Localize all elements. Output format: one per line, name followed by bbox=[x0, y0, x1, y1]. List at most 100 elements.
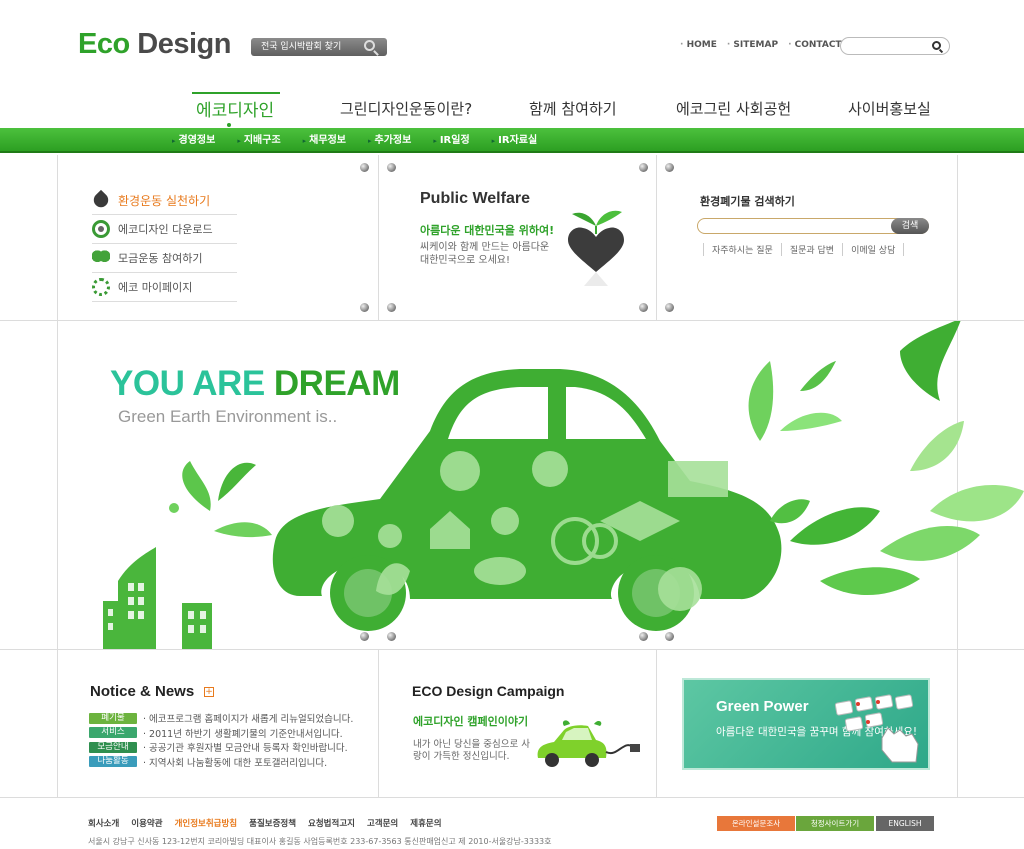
notice-text: · 지역사회 나눔활동에 대한 포토갤러리입니다. bbox=[143, 757, 328, 769]
public-welfare-desc: 씨케이와 함께 만드는 아름다운 대한민국으로 오세요! bbox=[420, 242, 550, 266]
gnb-item-eco-design[interactable]: 에코디자인 bbox=[196, 96, 274, 121]
heart-sprout-icon bbox=[568, 210, 624, 286]
home-link[interactable]: HOME bbox=[680, 40, 717, 50]
rivet bbox=[639, 163, 648, 172]
list-item[interactable]: 모금안내 · 공공기관 후원자별 모금안내 등록자 확인바랍니다. bbox=[89, 740, 353, 755]
support-links: 자주하시는 질문 질문과 답변 이메일 상담 bbox=[703, 243, 905, 256]
footer-link-quality[interactable]: 품질보증정책 bbox=[249, 817, 296, 829]
quick-item-label: 에코디자인 다운로드 bbox=[118, 223, 213, 236]
divider bbox=[0, 649, 1024, 650]
quick-item-label: 에코 마이페이지 bbox=[118, 281, 193, 294]
campaign-subtitle[interactable]: 에코디자인 캠페인이야기 bbox=[413, 713, 528, 729]
notice-list: 폐기물 · 에코프로그램 홈페이지가 새롭게 리뉴얼되었습니다. 서비스 · 201… bbox=[89, 711, 353, 769]
subnav-item-extra[interactable]: 추가정보 bbox=[368, 128, 412, 154]
campaign-title: ECO Design Campaign bbox=[412, 683, 565, 699]
recycle-search-button[interactable]: 검색 bbox=[891, 218, 929, 234]
logo-design: Design bbox=[137, 28, 231, 60]
subnav-item-debt[interactable]: 채무정보 bbox=[303, 128, 346, 154]
footer-links: 회사소개 이용약관 개인정보취급방침 품질보증정책 요청법적고지 고객문의 제휴… bbox=[88, 817, 442, 829]
survey-button[interactable]: 온라인설문조사 bbox=[717, 816, 795, 831]
notice-tag: 폐기물 bbox=[89, 712, 137, 724]
gnb-item-green-design[interactable]: 그린디자인운동이란? bbox=[340, 98, 472, 119]
subnav-item-ir-schedule[interactable]: IR일정 bbox=[433, 128, 470, 154]
sprout-icon bbox=[92, 249, 110, 267]
subnav-item-management[interactable]: 경영정보 bbox=[172, 128, 216, 154]
logo[interactable]: Eco Design bbox=[78, 28, 231, 61]
divider bbox=[378, 649, 379, 797]
green-power-banner[interactable]: Green Power 아름다운 대한민국을 꿈꾸며 함께 참여하세요! bbox=[682, 678, 930, 770]
gnb-item-participate[interactable]: 함께 참여하기 bbox=[529, 98, 617, 119]
gnb-active-line bbox=[192, 92, 280, 94]
notice-title: Notice & News bbox=[90, 683, 195, 700]
sub-nav-bar: 경영정보 지배구조 채무정보 추가정보 IR일정 IR자료실 bbox=[0, 128, 1024, 153]
sitemap-link[interactable]: SITEMAP bbox=[727, 40, 778, 50]
list-item[interactable]: 폐기물 · 에코프로그램 홈페이지가 새롭게 리뉴얼되었습니다. bbox=[89, 711, 353, 726]
campaign-desc: 내가 아닌 당신을 중심으로 사랑이 가득한 정신입니다. bbox=[413, 739, 530, 762]
gnb-active-dot bbox=[226, 122, 232, 128]
global-nav: 에코디자인 그린디자인운동이란? 함께 참여하기 에코그린 사회공헌 사이버홍보… bbox=[0, 98, 1024, 122]
green-power-title: Green Power bbox=[716, 698, 809, 715]
quick-item-mypage[interactable]: 에코 마이페이지 bbox=[92, 273, 237, 302]
quick-item-label: 모금운동 참여하기 bbox=[118, 252, 203, 265]
footer-address: 서울시 강남구 신사동 123-12번지 코리아빌딩 대표이사 홍길동 사업등록… bbox=[88, 837, 552, 846]
notice-tag: 모금안내 bbox=[89, 741, 137, 753]
page: Eco Design 전국 입시박람회 찾기 HOME SITEMAP CONT… bbox=[0, 0, 1024, 849]
quick-item-environment[interactable]: 환경운동 실천하기 bbox=[90, 186, 237, 215]
qna-link[interactable]: 질문과 답변 bbox=[790, 243, 844, 256]
find-fair-button[interactable]: 전국 입시박람회 찾기 bbox=[251, 38, 387, 56]
gnb-item-pr[interactable]: 사이버홍보실 bbox=[848, 98, 931, 119]
notice-text: · 2011년 하반기 생활폐기물의 기준안내서입니다. bbox=[143, 728, 343, 740]
building-icon bbox=[103, 547, 212, 649]
faq-link[interactable]: 자주하시는 질문 bbox=[703, 243, 782, 256]
rivet bbox=[360, 303, 369, 312]
quick-menu: 환경운동 실천하기 에코디자인 다운로드 모금운동 참여하기 에코 마이페이지 bbox=[90, 186, 237, 302]
rivet bbox=[665, 303, 674, 312]
electric-car-icon bbox=[537, 720, 640, 767]
footer-link-privacy[interactable]: 개인정보취급방침 bbox=[175, 817, 238, 829]
keyboard-hand-icon bbox=[834, 694, 919, 763]
search-icon[interactable] bbox=[932, 41, 941, 50]
rivet bbox=[360, 163, 369, 172]
leaf-icon bbox=[90, 189, 112, 211]
subnav-item-ir-archive[interactable]: IR자료실 bbox=[492, 128, 537, 154]
notice-tag: 서비스 bbox=[89, 727, 137, 739]
email-link[interactable]: 이메일 상담 bbox=[851, 243, 905, 256]
rivet bbox=[387, 163, 396, 172]
gnb-item-social[interactable]: 에코그린 사회공헌 bbox=[676, 98, 791, 119]
find-fair-label: 전국 입시박람회 찾기 bbox=[261, 42, 342, 52]
footer-link-partner[interactable]: 제휴문의 bbox=[410, 817, 441, 829]
logo-eco: Eco bbox=[78, 28, 130, 60]
divider bbox=[656, 649, 657, 797]
clean-site-button[interactable]: 청정사이트가기 bbox=[796, 816, 874, 831]
notice-tag: 나눔활동 bbox=[89, 756, 137, 768]
footer-link-about[interactable]: 회사소개 bbox=[88, 817, 119, 829]
list-item[interactable]: 나눔활동 · 지역사회 나눔활동에 대한 포토갤러리입니다. bbox=[89, 755, 353, 770]
recycle-search-title: 환경폐기물 검색하기 bbox=[700, 195, 795, 208]
quick-item-fundraise[interactable]: 모금운동 참여하기 bbox=[92, 244, 237, 273]
public-welfare-title: Public Welfare bbox=[420, 190, 530, 207]
footer-link-inquiry[interactable]: 고객문의 bbox=[367, 817, 398, 829]
top-search-input[interactable] bbox=[840, 37, 950, 55]
rivet bbox=[387, 303, 396, 312]
public-welfare-subtitle[interactable]: 아름다운 대한민국을 위하여! bbox=[420, 222, 554, 238]
rivet bbox=[665, 163, 674, 172]
divider bbox=[378, 155, 379, 320]
ring-icon bbox=[92, 220, 110, 238]
subnav-item-governance[interactable]: 지배구조 bbox=[237, 128, 281, 154]
quick-item-label: 환경운동 실천하기 bbox=[118, 193, 211, 208]
hero-illustration bbox=[103, 321, 1024, 649]
notice-text: · 에코프로그램 홈페이지가 새롭게 리뉴얼되었습니다. bbox=[143, 714, 354, 726]
list-item[interactable]: 서비스 · 2011년 하반기 생활폐기물의 기준안내서입니다. bbox=[89, 726, 353, 741]
notice-text: · 공공기관 후원자별 모금안내 등록자 확인바랍니다. bbox=[143, 743, 348, 755]
quick-item-download[interactable]: 에코디자인 다운로드 bbox=[92, 215, 237, 244]
divider bbox=[0, 797, 1024, 798]
footer-link-legal[interactable]: 요청법적고지 bbox=[308, 817, 355, 829]
footer-link-terms[interactable]: 이용약관 bbox=[131, 817, 162, 829]
divider bbox=[656, 155, 657, 320]
utility-links: HOME SITEMAP CONTACT US bbox=[680, 40, 859, 50]
english-button[interactable]: ENGLISH bbox=[876, 816, 934, 831]
more-plus-icon[interactable]: + bbox=[204, 687, 214, 697]
recycle-icon bbox=[92, 278, 110, 296]
magnifier-icon bbox=[364, 40, 375, 51]
rivet bbox=[639, 303, 648, 312]
